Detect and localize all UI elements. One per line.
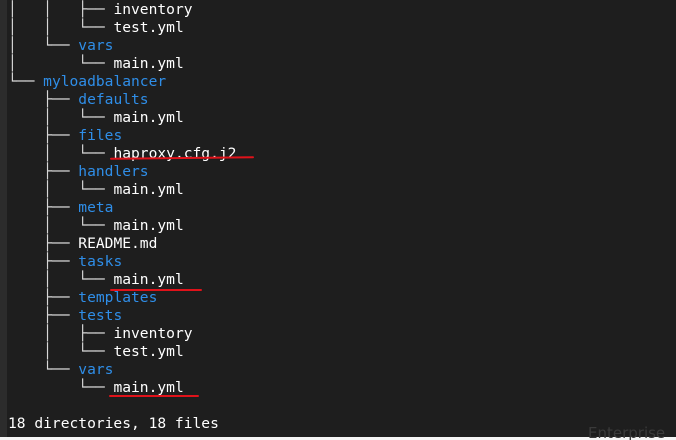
file-name: inventory — [113, 1, 193, 18]
tree-line: ├── handlers — [8, 163, 149, 181]
tree-line: │ └── haproxy.cfg.j2 — [8, 145, 236, 163]
directory-name: vars — [78, 361, 114, 378]
tree-branch: │ └── — [8, 343, 114, 360]
directory-name: tests — [78, 307, 123, 324]
tree-branch: ├── — [8, 199, 79, 216]
tree-branch: │ ├── — [8, 325, 114, 342]
tree-branch: ├── — [8, 253, 79, 270]
tree-line: ├── files — [8, 127, 122, 145]
tree-line: ├── tasks — [8, 253, 122, 271]
tree-branch: │ └── — [8, 109, 114, 126]
directory-name: myloadbalancer — [43, 73, 167, 90]
tree-line: ├── meta — [8, 199, 113, 217]
tree-branch: │ │ └── — [8, 19, 114, 36]
tree-branch: ├── — [8, 91, 79, 108]
file-name: main.yml — [113, 379, 184, 396]
tree-branch: │ └── — [8, 37, 79, 54]
file-name: main.yml — [113, 271, 184, 288]
tree-line: │ └── main.yml — [8, 217, 184, 235]
tree-line: │ └── main.yml — [8, 181, 184, 199]
file-name: test.yml — [113, 19, 184, 36]
file-name: main.yml — [113, 55, 184, 72]
tree-branch: │ └── — [8, 145, 114, 162]
tree-branch: └── — [8, 379, 114, 396]
tree-branch: │ └── — [8, 55, 114, 72]
terminal-left-border — [0, 0, 7, 437]
tree-branch: ├── — [8, 289, 79, 306]
tree-line: ├── tests — [8, 307, 122, 325]
tree-line: └── myloadbalancer — [8, 73, 166, 91]
file-name: test.yml — [113, 343, 184, 360]
tree-line: │ └── test.yml — [8, 343, 184, 361]
tree-branch: │ └── — [8, 271, 114, 288]
tree-line: │ │ └── test.yml — [8, 19, 184, 37]
tree-branch: ├── — [8, 307, 79, 324]
file-name: main.yml — [113, 181, 184, 198]
file-name: main.yml — [113, 217, 184, 234]
tree-line: │ └── main.yml — [8, 55, 184, 73]
annotation-underline-tasks-main — [110, 289, 202, 291]
directory-name: tasks — [78, 253, 123, 270]
tree-line: ├── defaults — [8, 91, 149, 109]
annotation-underline-vars-main — [109, 395, 199, 397]
tree-line: ├── templates — [8, 289, 157, 307]
tree-branch: └── — [8, 361, 79, 378]
directory-name: handlers — [78, 163, 149, 180]
directory-name: templates — [78, 289, 158, 306]
tree-line: │ └── main.yml — [8, 109, 184, 127]
tree-line: │ └── vars — [8, 37, 113, 55]
tree-line: │ │ ├── inventory — [8, 1, 193, 19]
tree-branch: │ └── — [8, 217, 114, 234]
tree-branch: │ │ ├── — [8, 1, 114, 18]
file-name: main.yml — [113, 109, 184, 126]
directory-name: defaults — [78, 91, 149, 108]
tree-branch: │ └── — [8, 181, 114, 198]
tree-line: │ ├── inventory — [8, 325, 193, 343]
tree-branch: └── — [8, 73, 44, 90]
file-name: inventory — [113, 325, 193, 342]
terminal-window: │ │ ├── inventory │ │ └── test.yml │ └── v… — [0, 0, 676, 437]
directory-name: meta — [78, 199, 114, 216]
tree-branch: ├── — [8, 127, 79, 144]
tree-branch: ├── — [8, 163, 79, 180]
tree-branch: ├── — [8, 235, 79, 252]
directory-name: files — [78, 127, 123, 144]
watermark-text: Enterprise — [588, 426, 666, 440]
directory-name: vars — [78, 37, 114, 54]
tree-line: │ └── main.yml — [8, 271, 184, 289]
file-name: README.md — [78, 235, 158, 252]
tree-summary: 18 directories, 18 files — [8, 415, 219, 432]
tree-line: └── vars — [8, 361, 113, 379]
tree-line: ├── README.md — [8, 235, 157, 253]
